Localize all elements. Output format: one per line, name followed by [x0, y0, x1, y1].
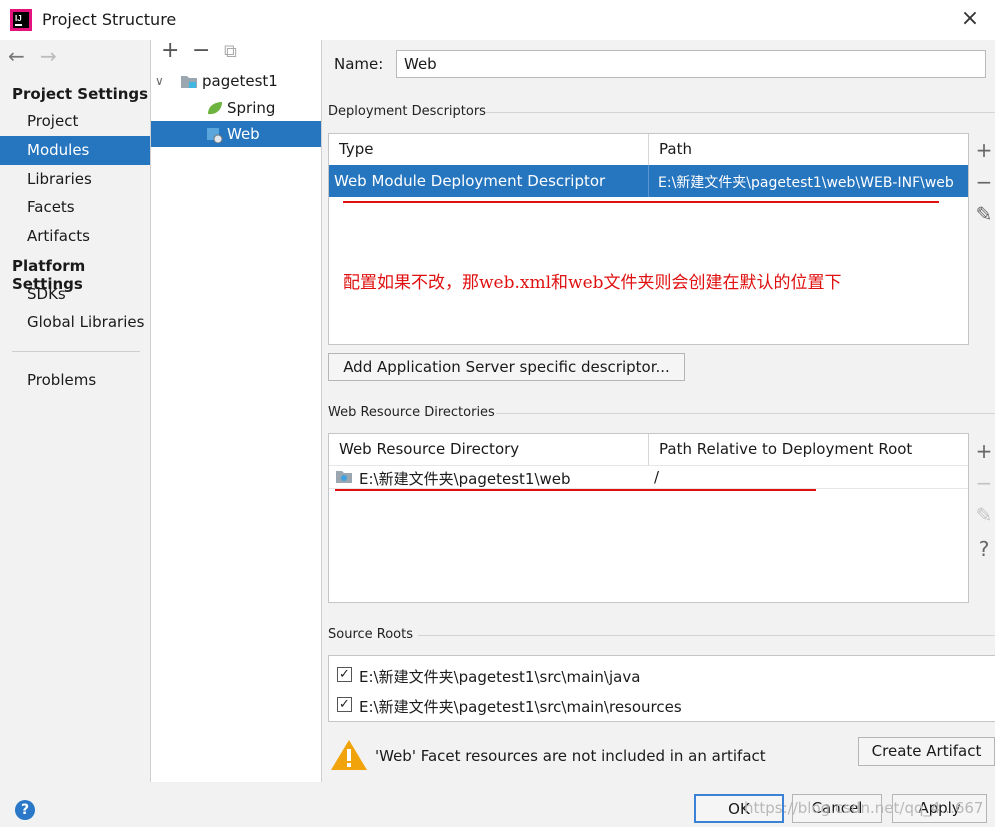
- annotation-note: 配置如果不改，那web.xml和web文件夹则会创建在默认的位置下: [343, 273, 842, 293]
- close-icon[interactable]: ×: [958, 8, 982, 32]
- web-resource-directories-table: Web Resource Directory Path Relative to …: [328, 433, 969, 603]
- section-separator: [486, 112, 995, 113]
- remove-descriptor-icon[interactable]: −: [971, 170, 995, 194]
- resource-directory-cell: E:\新建文件夹\pagetest1\web: [359, 470, 571, 488]
- warning-message: 'Web' Facet resources are not included i…: [375, 747, 766, 765]
- section-source-roots: Source Roots: [328, 627, 414, 642]
- red-underline-annotation: [335, 489, 816, 491]
- section-separator: [418, 635, 995, 636]
- table-row[interactable]: Web Module Deployment Descriptor E:\新建文件…: [329, 165, 968, 197]
- web-folder-icon: [336, 471, 352, 483]
- help-question-icon[interactable]: ?: [971, 537, 995, 561]
- dialog-footer: ? OK Cancel Apply https://blog.csdn.net/…: [0, 782, 995, 827]
- table-row[interactable]: E:\新建文件夹\pagetest1\web /: [329, 465, 968, 489]
- tree-node-label: Web: [227, 125, 260, 143]
- nav-divider: [12, 351, 140, 352]
- remove-icon[interactable]: −: [192, 40, 210, 62]
- title-bar: IJ Project Structure ×: [0, 0, 995, 40]
- nav-item-project[interactable]: Project: [0, 107, 150, 136]
- help-icon[interactable]: ?: [15, 800, 35, 820]
- add-descriptor-icon[interactable]: +: [971, 138, 995, 162]
- forward-arrow-icon[interactable]: →: [40, 44, 57, 68]
- nav-item-artifacts[interactable]: Artifacts: [0, 222, 150, 251]
- module-tree-panel: + − ⧉ ∨ pagetest1 Spring Web: [150, 40, 322, 782]
- column-header-path[interactable]: Path: [659, 134, 692, 165]
- name-label: Name:: [334, 55, 384, 73]
- nav-item-modules[interactable]: Modules: [0, 136, 150, 165]
- window-title: Project Structure: [42, 10, 177, 29]
- watermark-text: https://blog.csdn.net/qq_4...667: [744, 799, 984, 817]
- source-root-checkbox[interactable]: ✓: [337, 697, 352, 712]
- chevron-down-icon[interactable]: ∨: [155, 68, 164, 94]
- tree-node-pagetest1[interactable]: ∨ pagetest1: [151, 68, 321, 94]
- source-root-path: E:\新建文件夹\pagetest1\src\main\java: [359, 668, 641, 686]
- tree-node-label: pagetest1: [202, 72, 278, 90]
- section-separator: [496, 413, 995, 414]
- remove-resource-icon[interactable]: −: [971, 471, 995, 495]
- edit-pencil-icon[interactable]: ✎: [971, 202, 995, 226]
- descriptor-type-cell: Web Module Deployment Descriptor: [334, 172, 606, 190]
- source-roots-list: ✓ E:\新建文件夹\pagetest1\src\main\java ✓ E:\…: [328, 655, 995, 722]
- source-root-path: E:\新建文件夹\pagetest1\src\main\resources: [359, 698, 682, 716]
- column-header-web-resource-directory[interactable]: Web Resource Directory: [339, 434, 519, 465]
- add-icon[interactable]: +: [161, 40, 179, 62]
- create-artifact-button[interactable]: Create Artifact: [858, 737, 995, 766]
- web-module-icon: [207, 128, 223, 143]
- column-divider: [648, 134, 649, 165]
- column-divider: [648, 165, 649, 197]
- group-project-settings: Project Settings: [12, 85, 149, 103]
- source-root-checkbox[interactable]: ✓: [337, 667, 352, 682]
- add-server-descriptor-button[interactable]: Add Application Server specific descript…: [328, 353, 685, 381]
- red-underline-annotation: [343, 201, 939, 203]
- back-arrow-icon[interactable]: ←: [8, 44, 25, 68]
- column-header-type[interactable]: Type: [339, 134, 373, 165]
- descriptor-path-cell: E:\新建文件夹\pagetest1\web\WEB-INF\web: [658, 175, 954, 191]
- column-header-relative-path[interactable]: Path Relative to Deployment Root: [659, 434, 912, 465]
- left-nav: ← → Project Settings Project Modules Lib…: [0, 40, 150, 782]
- deployment-descriptors-table: Type Path Web Module Deployment Descript…: [328, 133, 969, 345]
- intellij-app-icon: IJ: [10, 9, 32, 31]
- nav-item-sdks[interactable]: SDKs: [0, 280, 150, 309]
- tree-node-label: Spring: [227, 99, 276, 117]
- edit-pencil-icon[interactable]: ✎: [971, 503, 995, 527]
- nav-item-global-libraries[interactable]: Global Libraries: [0, 308, 150, 337]
- section-deployment-descriptors: Deployment Descriptors: [328, 104, 486, 119]
- tree-node-web[interactable]: Web: [151, 121, 321, 147]
- relative-path-cell: /: [654, 468, 660, 486]
- nav-item-libraries[interactable]: Libraries: [0, 165, 150, 194]
- folder-icon: [181, 76, 197, 88]
- svg-text:IJ: IJ: [15, 14, 22, 23]
- spring-leaf-icon: [208, 102, 222, 115]
- warning-icon: [331, 740, 367, 770]
- column-divider: [648, 434, 649, 465]
- name-input[interactable]: Web: [396, 50, 986, 78]
- copy-icon[interactable]: ⧉: [224, 41, 237, 63]
- nav-item-facets[interactable]: Facets: [0, 193, 150, 222]
- section-web-resource-directories: Web Resource Directories: [328, 405, 495, 420]
- tree-node-spring[interactable]: Spring: [151, 95, 321, 121]
- nav-item-problems[interactable]: Problems: [0, 366, 150, 395]
- add-resource-icon[interactable]: +: [971, 439, 995, 463]
